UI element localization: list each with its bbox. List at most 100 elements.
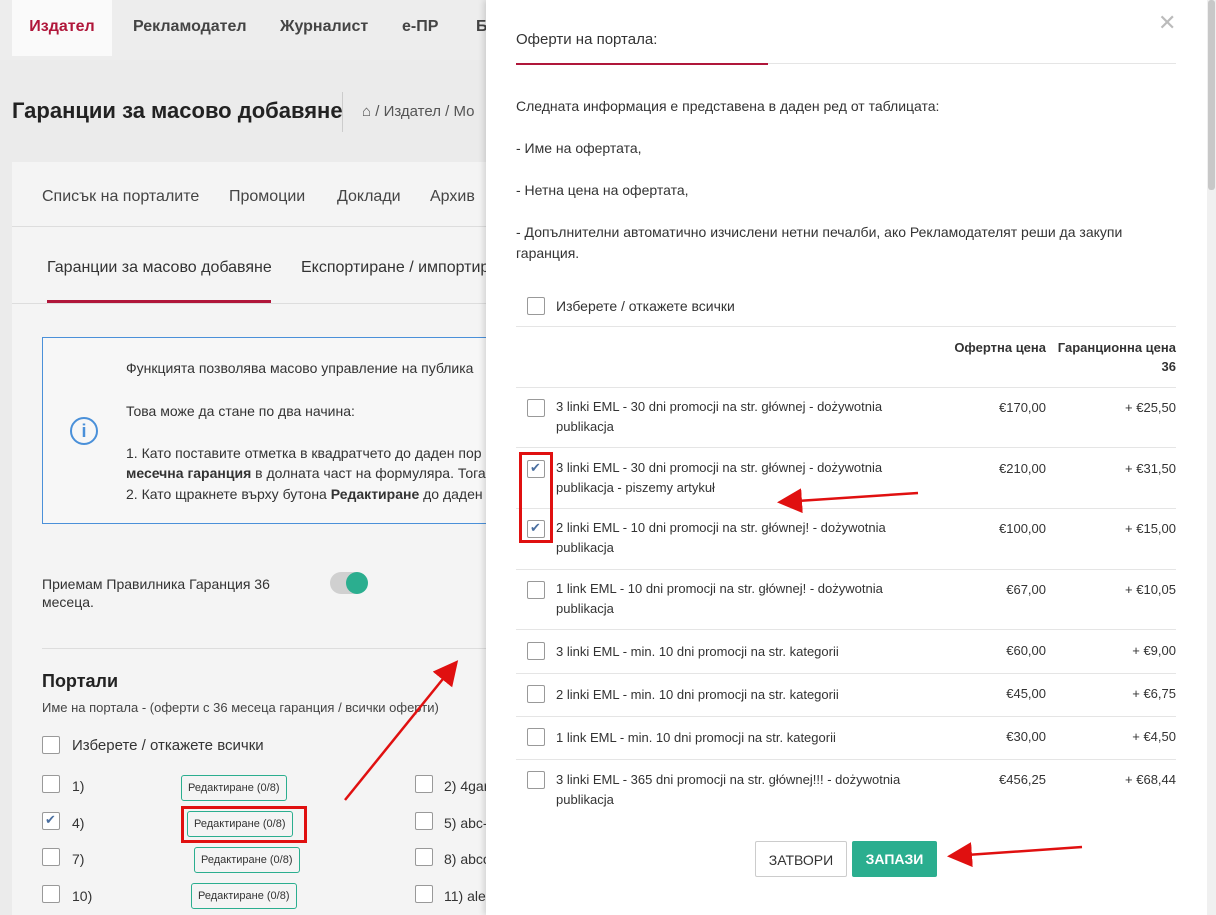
- breadcrumb-current[interactable]: Мо: [454, 103, 475, 120]
- save-button[interactable]: ЗАПАЗИ: [852, 841, 937, 877]
- offer-guarantee-price: + €31,50: [1125, 461, 1176, 476]
- subnav-portals-list[interactable]: Списък на порталите: [42, 188, 199, 206]
- offer-title-line: 3 linki EML - 365 dni promocji na str. g…: [556, 772, 901, 787]
- select-all-offers-label: Изберете / откажете всички: [556, 298, 735, 314]
- offer-title-line: 3 linki EML - 30 dni promocji na str. gł…: [556, 460, 883, 475]
- offer-guarantee-price: + €9,00: [1132, 643, 1176, 658]
- offer-title-line: publikacja: [556, 792, 614, 807]
- offer-title-line: 2 linki EML - 10 dni promocji na str. gł…: [556, 520, 886, 535]
- close-button[interactable]: ЗАТВОРИ: [755, 841, 847, 877]
- portal-checkbox[interactable]: [415, 775, 433, 793]
- tab-bulk-guarantees[interactable]: Гаранции за масово добавяне: [47, 259, 272, 277]
- nav-tab-publisher[interactable]: Издател: [12, 0, 112, 56]
- page-title: Гаранции за масово добавяне: [12, 98, 343, 123]
- breadcrumb: ⌂ / Издател / Мо: [362, 103, 475, 120]
- portal-label: 5) abc-: [444, 815, 488, 831]
- offer-title: 2 linki EML - min. 10 dni promocji na st…: [556, 687, 839, 702]
- panel-bullet: - Име на офертата,: [516, 140, 642, 156]
- offer-price: €100,00: [999, 521, 1046, 536]
- info-text: 1. Като поставите отметка в квадратчето …: [126, 445, 482, 461]
- info-text-pre: 2. Като щракнете върху бутона: [126, 486, 331, 502]
- offer-title: 3 linki EML - 30 dni promocji na str. gł…: [556, 397, 936, 437]
- offer-checkbox[interactable]: [527, 771, 545, 789]
- offer-guarantee-price: + €15,00: [1125, 521, 1176, 536]
- divider: [516, 326, 1176, 327]
- edit-button[interactable]: Редактиране (0/8): [187, 811, 293, 837]
- col-header-guarantee-months: 36: [1161, 359, 1176, 374]
- portal-checkbox[interactable]: [415, 885, 433, 903]
- divider: [516, 569, 1176, 570]
- subnav-reports[interactable]: Доклади: [337, 188, 401, 206]
- divider: [12, 303, 492, 304]
- select-all-checkbox[interactable]: [42, 736, 60, 754]
- terms-label: месеца.: [42, 594, 94, 610]
- portal-checkbox[interactable]: [415, 812, 433, 830]
- divider: [516, 447, 1176, 448]
- offer-guarantee-price: + €6,75: [1132, 686, 1176, 701]
- offer-price: €67,00: [1006, 582, 1046, 597]
- divider: [516, 508, 1176, 509]
- divider: [342, 92, 343, 132]
- offer-title: 2 linki EML - 10 dni promocji na str. gł…: [556, 518, 936, 558]
- portal-checkbox[interactable]: [415, 848, 433, 866]
- divider: [516, 759, 1176, 760]
- info-bold: месечна гаранция: [126, 465, 252, 481]
- offer-checkbox[interactable]: [527, 581, 545, 599]
- portal-checkbox[interactable]: [42, 775, 60, 793]
- info-bold: Редактиране: [330, 486, 420, 502]
- portal-label: 11) ale: [444, 888, 486, 904]
- col-header-price: Офертна цена: [954, 340, 1046, 355]
- panel-bullet: - Допълнителни автоматично изчислени нет…: [516, 224, 1123, 240]
- portal-label: 4): [72, 815, 85, 831]
- portals-heading: Портали: [42, 671, 119, 691]
- portal-label: 8) abco: [444, 851, 491, 867]
- breadcrumb-publisher[interactable]: Издател: [384, 103, 441, 120]
- offer-title: 3 linki EML - min. 10 dni promocji na st…: [556, 644, 839, 659]
- portal-label: 7): [72, 851, 85, 867]
- offer-title: 1 link EML - min. 10 dni promocji na str…: [556, 730, 836, 745]
- panel-bullet: - Нетна цена на офертата,: [516, 182, 689, 198]
- offer-title-line: 1 link EML - 10 dni promocji na str. głó…: [556, 581, 883, 596]
- subnav-archive[interactable]: Архив: [430, 188, 475, 206]
- info-text-rest: в долната част на формуляра. Тога: [251, 465, 486, 481]
- close-icon[interactable]: ✕: [1158, 10, 1176, 36]
- panel-description: Следната информация е представена в даде…: [516, 98, 940, 114]
- nav-tab-epr[interactable]: е-ПР: [402, 0, 438, 56]
- offer-price: €45,00: [1006, 686, 1046, 701]
- offer-checkbox[interactable]: [527, 399, 545, 417]
- portal-checkbox[interactable]: [42, 885, 60, 903]
- offer-checkbox[interactable]: [527, 642, 545, 660]
- divider: [516, 629, 1176, 630]
- portal-checkbox[interactable]: [42, 848, 60, 866]
- portal-checkbox[interactable]: ✔: [42, 812, 60, 830]
- offer-checkbox[interactable]: [527, 728, 545, 746]
- checkmark-icon: ✔: [45, 812, 56, 827]
- offer-price: €456,25: [999, 772, 1046, 787]
- nav-tab-journalist[interactable]: Журналист: [280, 0, 368, 56]
- info-text: месечна гаранция в долната част на форму…: [126, 465, 486, 481]
- portal-label: 1): [72, 778, 85, 794]
- subnav-promotions[interactable]: Промоции: [229, 188, 305, 206]
- offer-title-line: publikacja: [556, 419, 614, 434]
- offer-title-line: publikacja: [556, 540, 614, 555]
- portal-label: 10): [72, 888, 93, 904]
- edit-button[interactable]: Редактиране (0/8): [191, 883, 297, 909]
- offer-checkbox[interactable]: [527, 685, 545, 703]
- info-text: Това може да стане по два начина:: [126, 403, 355, 419]
- offer-guarantee-price: + €10,05: [1125, 582, 1176, 597]
- divider: [516, 673, 1176, 674]
- offer-price: €60,00: [1006, 643, 1046, 658]
- offer-guarantee-price: + €68,44: [1125, 772, 1176, 787]
- select-all-offers-checkbox[interactable]: [527, 297, 545, 315]
- scrollbar-thumb[interactable]: [1208, 0, 1215, 190]
- toggle-knob[interactable]: [346, 572, 368, 594]
- info-text: 2. Като щракнете върху бутона Редактиран…: [126, 486, 483, 502]
- home-icon[interactable]: ⌂: [362, 103, 371, 120]
- offer-title: 1 link EML - 10 dni promocji na str. głó…: [556, 579, 936, 619]
- nav-tab-advertiser[interactable]: Рекламодател: [133, 0, 247, 56]
- edit-button[interactable]: Редактиране (0/8): [194, 847, 300, 873]
- edit-button[interactable]: Редактиране (0/8): [181, 775, 287, 801]
- panel-bullet: гаранция.: [516, 245, 580, 261]
- tab-export-import[interactable]: Експортиране / импортир: [301, 259, 489, 277]
- offer-title-line: publikacja - piszemy artykuł: [556, 480, 715, 495]
